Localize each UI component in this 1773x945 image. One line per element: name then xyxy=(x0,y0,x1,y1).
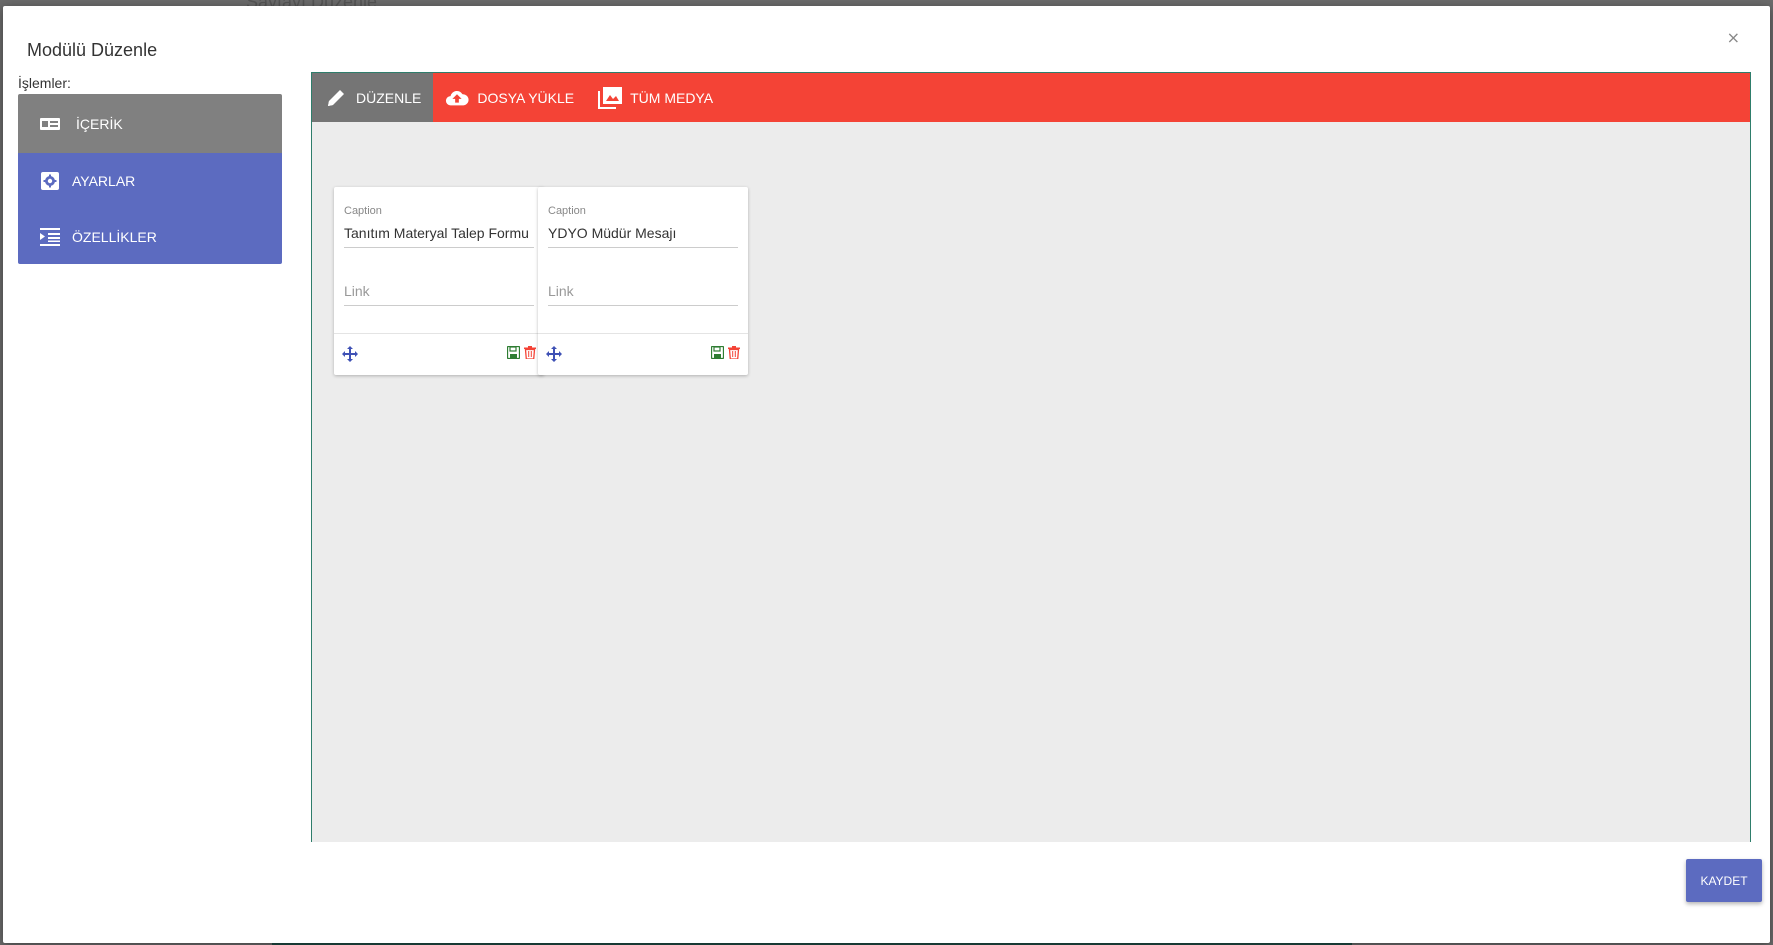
media-card: Caption YDYO Müdür Mesajı Link xyxy=(538,187,748,375)
link-input[interactable]: Link xyxy=(344,283,534,306)
media-card: Caption Tanıtım Materyal Talep Formu Lin… xyxy=(334,187,544,375)
caption-label: Caption xyxy=(548,205,586,217)
close-button[interactable]: × xyxy=(1727,28,1740,47)
tab-edit[interactable]: DÜZENLE xyxy=(312,73,434,122)
edit-module-modal: Modülü Düzenle × İşlemler: İÇERİK AYARLA… xyxy=(3,6,1770,943)
tab-label: TÜM MEDYA xyxy=(630,89,714,106)
operations-label: İşlemler: xyxy=(18,75,71,91)
save-icon[interactable] xyxy=(506,345,521,364)
sidebar-item-content[interactable]: İÇERİK xyxy=(18,94,282,153)
modal-title: Modülü Düzenle xyxy=(27,40,158,60)
indent-list-icon xyxy=(40,227,60,247)
content-card-icon xyxy=(40,114,60,134)
content-panel: DÜZENLE DOSYA YÜKLE TÜM MEDYA Caption Ta… xyxy=(311,72,1751,842)
photo-library-icon xyxy=(598,86,623,110)
tab-label: DOSYA YÜKLE xyxy=(477,89,575,106)
sidebar-item-label: İÇERİK xyxy=(76,115,123,132)
caption-label: Caption xyxy=(344,205,382,217)
gear-icon xyxy=(40,171,60,191)
tab-bar: DÜZENLE DOSYA YÜKLE TÜM MEDYA xyxy=(312,73,1750,122)
trash-icon[interactable] xyxy=(524,346,536,364)
tab-upload-file[interactable]: DOSYA YÜKLE xyxy=(433,73,586,122)
sidebar-item-label: AYARLAR xyxy=(72,173,136,189)
move-icon[interactable] xyxy=(342,346,358,367)
tab-label: DÜZENLE xyxy=(356,89,422,106)
sidebar-item-label: ÖZELLİKLER xyxy=(72,228,157,245)
caption-input[interactable]: YDYO Müdür Mesajı xyxy=(548,225,738,248)
sidebar: İÇERİK AYARLAR ÖZELLİKLER xyxy=(18,94,282,264)
save-button[interactable]: KAYDET xyxy=(1686,859,1762,902)
caption-input[interactable]: Tanıtım Materyal Talep Formu xyxy=(344,225,534,248)
save-icon[interactable] xyxy=(710,345,725,364)
sidebar-item-settings[interactable]: AYARLAR xyxy=(18,153,282,209)
pencil-icon xyxy=(324,86,348,110)
link-input[interactable]: Link xyxy=(548,283,738,306)
trash-icon[interactable] xyxy=(728,346,740,364)
move-icon[interactable] xyxy=(546,346,562,367)
card-footer xyxy=(538,333,748,375)
card-footer xyxy=(334,333,544,375)
tab-all-media[interactable]: TÜM MEDYA xyxy=(586,73,725,122)
cloud-upload-icon xyxy=(445,86,469,110)
sidebar-item-features[interactable]: ÖZELLİKLER xyxy=(18,209,282,264)
